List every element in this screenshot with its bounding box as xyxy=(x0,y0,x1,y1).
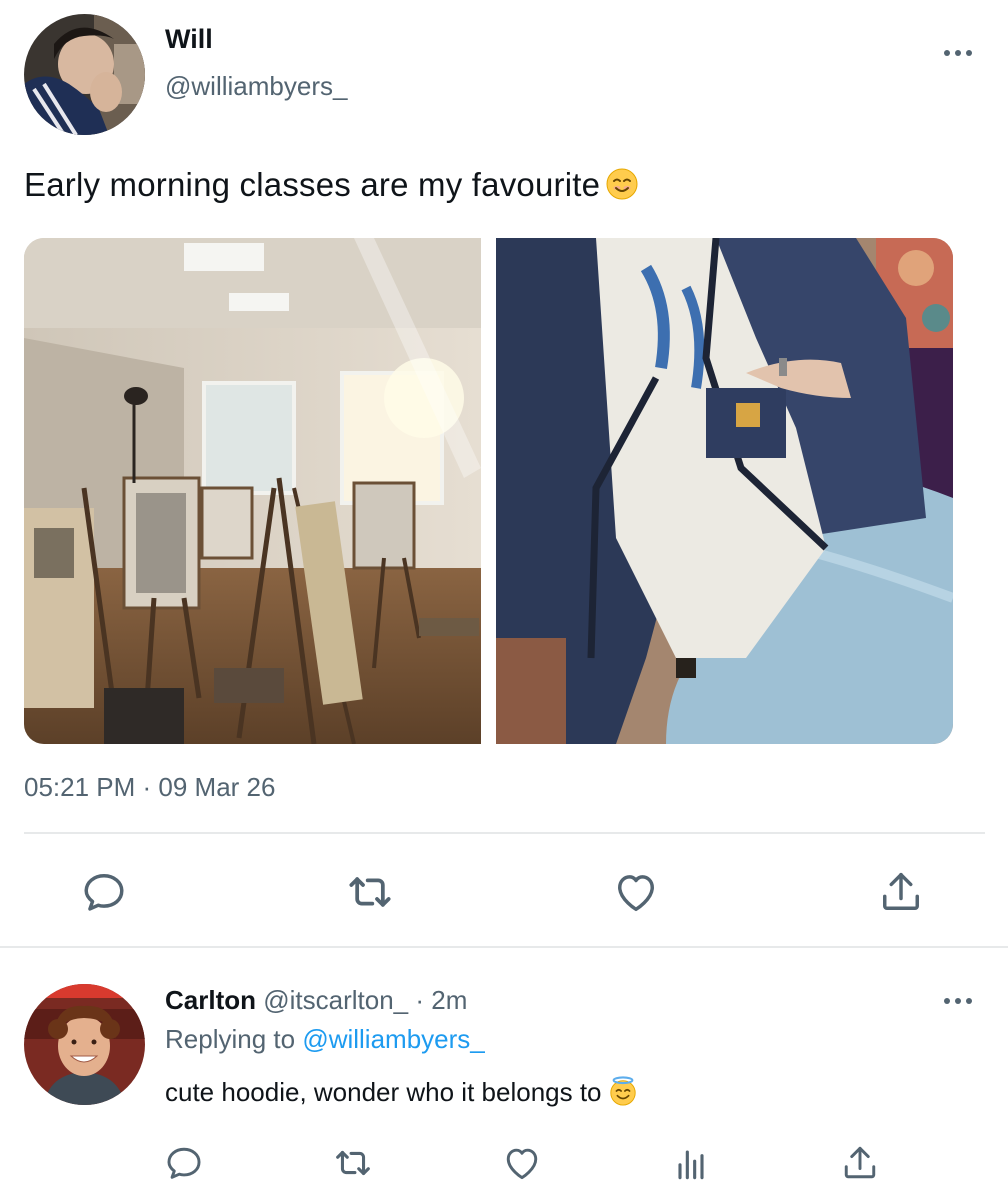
tweet-media xyxy=(24,238,953,744)
reply-time[interactable]: 2m xyxy=(431,985,467,1015)
reply-reply-button[interactable] xyxy=(161,1140,207,1186)
more-options-icon[interactable] xyxy=(944,48,974,58)
reply-body: cute hoodie, wonder who it belongs to xyxy=(165,1077,602,1107)
retweet-icon xyxy=(349,877,391,907)
share-icon xyxy=(844,1146,876,1179)
reply-separator: · xyxy=(408,985,432,1015)
reply-button[interactable] xyxy=(76,864,132,920)
art-classroom-photo[interactable] xyxy=(24,238,481,744)
author-handle[interactable]: @williambyers_ xyxy=(165,71,347,102)
replying-to-link[interactable]: @williambyers_ xyxy=(302,1024,484,1054)
reply-header: Carlton @itscarlton_ · 2m xyxy=(165,985,467,1016)
reply-icon xyxy=(84,874,124,911)
reply-like-button[interactable] xyxy=(499,1140,545,1186)
author-avatar[interactable] xyxy=(24,14,145,135)
share-icon xyxy=(883,872,919,910)
reply-views-button[interactable] xyxy=(668,1140,714,1186)
smiling-face-emoji xyxy=(606,168,638,208)
analytics-icon xyxy=(678,1150,704,1180)
retweet-icon xyxy=(336,1150,370,1176)
like-button[interactable] xyxy=(608,864,664,920)
more-options-icon[interactable] xyxy=(944,996,974,1006)
divider xyxy=(24,832,985,834)
reply-author-name[interactable]: Carlton xyxy=(165,985,256,1015)
reply-author-handle[interactable]: @itscarlton_ xyxy=(263,985,408,1015)
retweet-button[interactable] xyxy=(342,864,398,920)
heart-icon xyxy=(618,875,654,912)
reply-icon xyxy=(167,1147,201,1179)
smiling-face-with-halo-emoji xyxy=(608,1076,638,1113)
tweet-body: Early morning classes are my favourite xyxy=(24,166,601,203)
reply-retweet-button[interactable] xyxy=(330,1140,376,1186)
reply-author-avatar[interactable] xyxy=(24,984,145,1105)
tweet-timestamp[interactable]: 05:21 PM · 09 Mar 26 xyxy=(24,772,275,803)
reply-text: cute hoodie, wonder who it belongs to xyxy=(165,1076,638,1113)
share-button[interactable] xyxy=(873,864,929,920)
replying-to-prefix: Replying to xyxy=(165,1024,303,1054)
tweet-text: Early morning classes are my favourite xyxy=(24,166,638,208)
navy-jacket-photo[interactable] xyxy=(496,238,953,744)
author-name[interactable]: Will xyxy=(165,24,213,55)
heart-icon xyxy=(506,1148,538,1180)
replying-to-line: Replying to @williambyers_ xyxy=(165,1024,485,1055)
divider xyxy=(0,946,1008,948)
reply-share-button[interactable] xyxy=(837,1140,883,1186)
